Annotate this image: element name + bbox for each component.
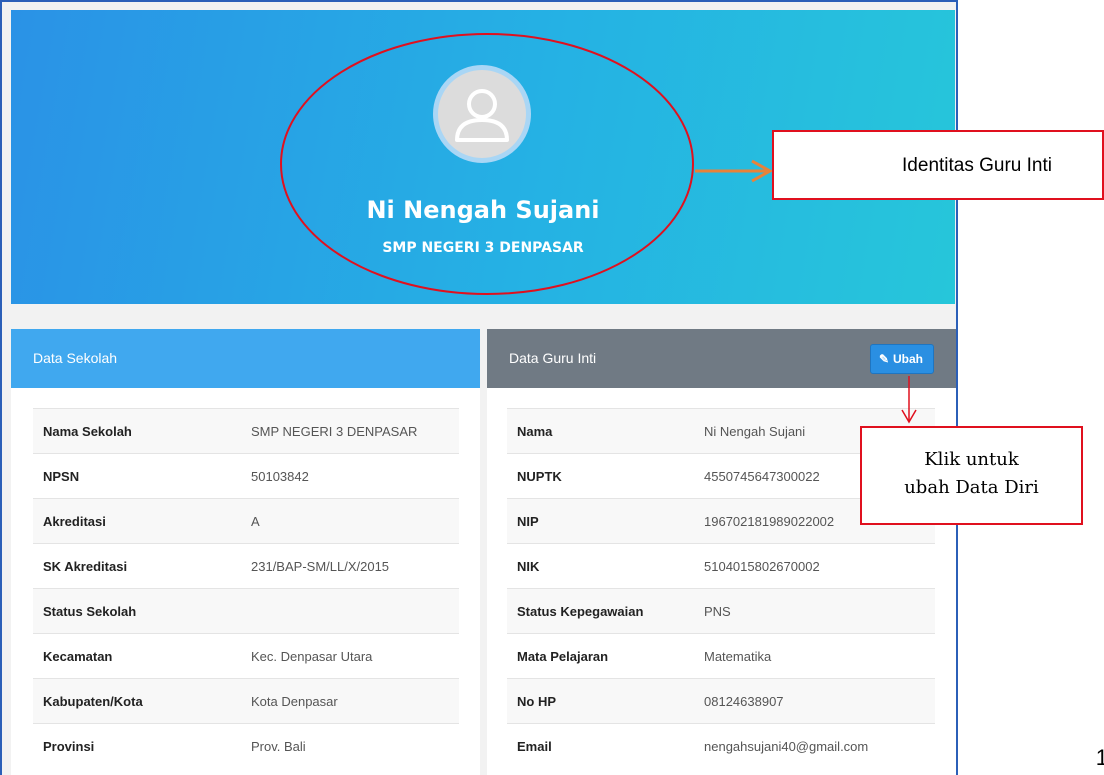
school-panel-title: Data Sekolah	[11, 329, 480, 388]
row-value	[241, 588, 459, 634]
table-row: Status Kepegawaian PNS	[507, 588, 935, 634]
row-value: nengahsujani40@gmail.com	[694, 723, 935, 768]
avatar	[433, 65, 531, 163]
row-value: PNS	[694, 588, 935, 634]
table-row: Status Sekolah	[33, 588, 459, 634]
teacher-data-panel: Data Guru Inti ✎ Ubah Nama Ni Nengah Sujan…	[487, 329, 956, 775]
profile-name: Ni Nengah Sujani	[366, 196, 600, 224]
row-label: Nama	[507, 408, 694, 454]
page-number: 1	[1095, 745, 1104, 770]
table-row: Kabupaten/Kota Kota Denpasar	[33, 678, 459, 724]
table-row: Provinsi Prov. Bali	[33, 723, 459, 768]
edit-callout-line1: Klik untuk	[924, 449, 1019, 470]
edit-callout: Klik untuk ubah Data Diri	[860, 426, 1083, 525]
row-label: Status Kepegawaian	[507, 588, 694, 634]
pencil-icon: ✎	[878, 352, 889, 366]
table-row: Akreditasi A	[33, 498, 459, 544]
school-data-panel: Data Sekolah Nama Sekolah SMP NEGERI 3 DE…	[11, 329, 480, 775]
row-label: NUPTK	[507, 453, 694, 499]
row-value: Kota Denpasar	[241, 678, 459, 724]
row-label: No HP	[507, 678, 694, 724]
user-silhouette-icon	[455, 89, 509, 142]
row-label: Email	[507, 723, 694, 768]
row-label: Kecamatan	[33, 633, 241, 679]
row-label: Mata Pelajaran	[507, 633, 694, 679]
table-row: Mata Pelajaran Matematika	[507, 633, 935, 679]
row-value: SMP NEGERI 3 DENPASAR	[241, 408, 459, 454]
row-label: Status Sekolah	[33, 588, 241, 634]
row-value: 50103842	[241, 453, 459, 499]
edit-profile-button[interactable]: ✎ Ubah	[869, 344, 934, 374]
teacher-panel-header: Data Guru Inti ✎ Ubah	[487, 329, 956, 388]
table-row: SK Akreditasi 231/BAP-SM/LL/X/2015	[33, 543, 459, 589]
row-label: Akreditasi	[33, 498, 241, 544]
edit-button-label: Ubah	[893, 352, 923, 366]
table-row: NIK 5104015802670002	[507, 543, 935, 589]
identity-callout: Identitas Guru Inti	[772, 130, 1104, 200]
row-value: 5104015802670002	[694, 543, 935, 589]
row-value: 08124638907	[694, 678, 935, 724]
row-value: 231/BAP-SM/LL/X/2015	[241, 543, 459, 589]
table-row: Nama Sekolah SMP NEGERI 3 DENPASAR	[33, 408, 459, 454]
row-value: Kec. Denpasar Utara	[241, 633, 459, 679]
profile-school: SMP NEGERI 3 DENPASAR	[382, 240, 584, 256]
row-value: Prov. Bali	[241, 723, 459, 768]
table-row: Kecamatan Kec. Denpasar Utara	[33, 633, 459, 679]
school-data-table: Nama Sekolah SMP NEGERI 3 DENPASAR NPSN 50…	[33, 408, 459, 768]
row-label: NPSN	[33, 453, 241, 499]
row-label: Nama Sekolah	[33, 408, 241, 454]
row-label: Provinsi	[33, 723, 241, 768]
row-label: Kabupaten/Kota	[33, 678, 241, 724]
table-row: Email nengahsujani40@gmail.com	[507, 723, 935, 768]
teacher-panel-title: Data Guru Inti	[509, 350, 597, 366]
row-label: NIK	[507, 543, 694, 589]
edit-callout-line2: ubah Data Diri	[904, 477, 1039, 498]
row-value: A	[241, 498, 459, 544]
table-row: NPSN 50103842	[33, 453, 459, 499]
row-label: SK Akreditasi	[33, 543, 241, 589]
row-label: NIP	[507, 498, 694, 544]
table-row: No HP 08124638907	[507, 678, 935, 724]
row-value: Matematika	[694, 633, 935, 679]
